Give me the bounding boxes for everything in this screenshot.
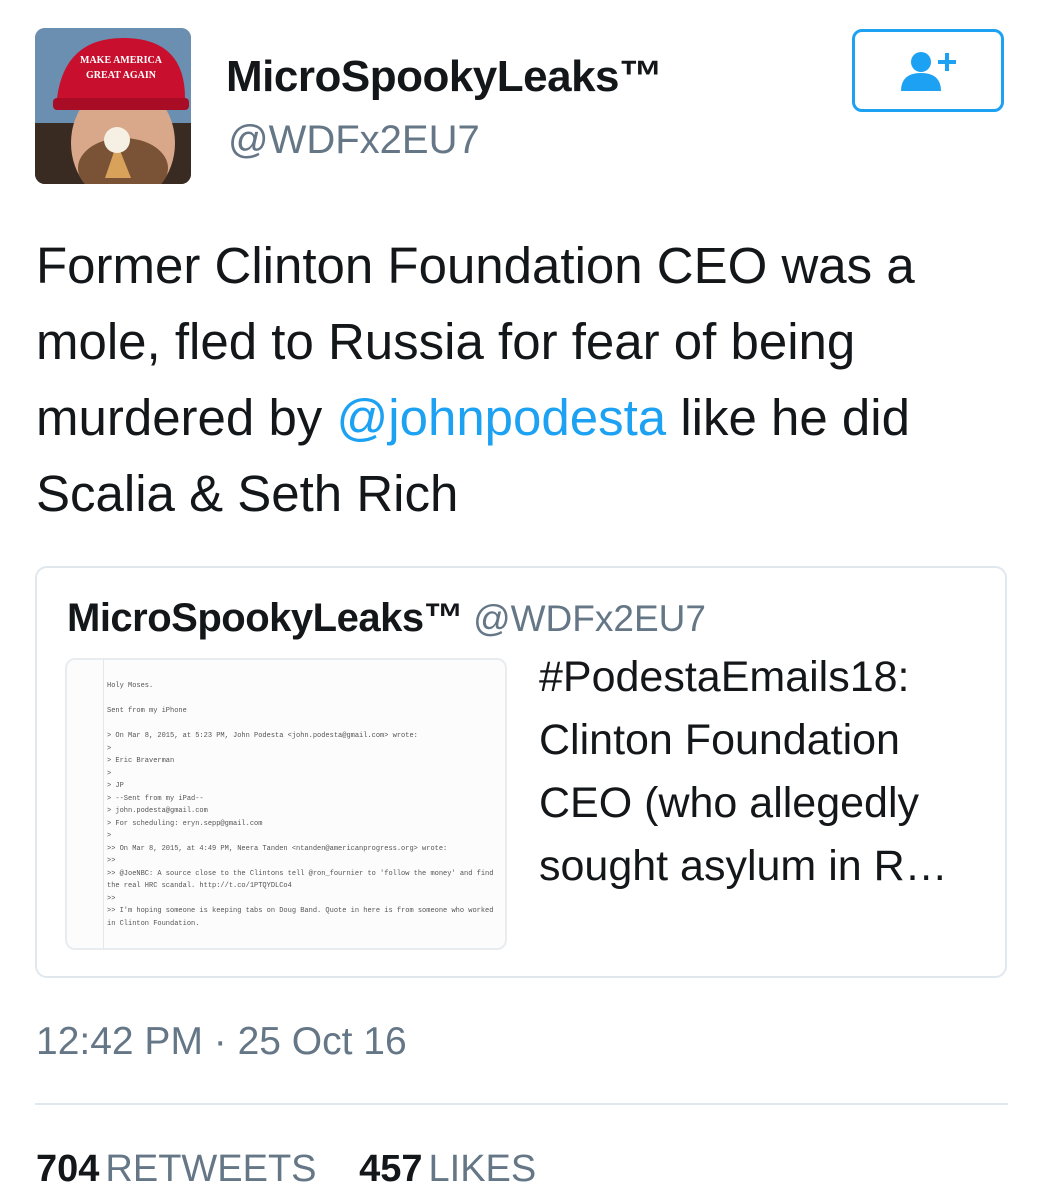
quoted-tweet-text: #PodestaEmails18: Clinton Foundation CEO… [539, 653, 948, 890]
email-line: > [107, 744, 112, 753]
email-line: >> [107, 894, 116, 903]
email-line: > [107, 769, 112, 778]
retweets-stat[interactable]: 704 RETWEETS [36, 1148, 317, 1191]
quoted-tweet-card[interactable]: MicroSpookyLeaks™ @WDFx2EU7 Holy Moses. S… [35, 566, 1007, 978]
email-line: > john.podesta@gmail.com [107, 807, 208, 815]
document-margin-line [103, 660, 104, 948]
email-line: Holy Moses. [107, 682, 154, 690]
email-line: >> I'm hoping someone is keeping tabs on… [107, 907, 494, 928]
avatar[interactable]: MAKE AMERICA GREAT AGAIN [35, 28, 191, 184]
divider [35, 1103, 1008, 1105]
email-line: >> [107, 857, 116, 865]
email-line: >> @JoeNBC: A source close to the Clinto… [107, 869, 494, 891]
email-line: > --Sent from my iPad-- [107, 794, 204, 803]
quoted-author-name: MicroSpookyLeaks™ [67, 596, 464, 640]
hat-text-line-1: MAKE AMERICA [80, 55, 163, 66]
email-line: Sent from my iPhone [107, 707, 187, 715]
add-user-icon [901, 51, 956, 91]
retweets-label: RETWEETS [105, 1148, 317, 1190]
email-line: > [107, 832, 112, 840]
retweets-count: 704 [36, 1148, 100, 1190]
email-line: > On Mar 8, 2015, at 5:23 PM, John Podes… [107, 732, 418, 740]
author-display-name[interactable]: MicroSpookyLeaks™ [226, 52, 663, 102]
email-line: > JP [107, 782, 124, 790]
tweet-stats: 704 RETWEETS 457 LIKES [36, 1148, 568, 1191]
likes-stat[interactable]: 457 LIKES [359, 1148, 536, 1191]
avatar-image: MAKE AMERICA GREAT AGAIN [35, 28, 191, 184]
likes-count: 457 [359, 1148, 423, 1190]
email-screenshot-text: Holy Moses. Sent from my iPhone > On Mar… [107, 680, 499, 930]
quoted-tweet-header: MicroSpookyLeaks™ @WDFx2EU7 [67, 596, 706, 641]
email-line: > Eric Braverman [107, 757, 175, 765]
likes-label: LIKES [428, 1148, 537, 1190]
mention-link[interactable]: @johnpodesta [336, 389, 666, 446]
hat-text-line-2: GREAT AGAIN [86, 70, 157, 81]
author-handle[interactable]: @WDFx2EU7 [228, 118, 480, 163]
tweet-timestamp[interactable]: 12:42 PM · 25 Oct 16 [36, 1020, 407, 1064]
quoted-tweet-image[interactable]: Holy Moses. Sent from my iPhone > On Mar… [65, 658, 507, 950]
email-line: >> On Mar 8, 2015, at 4:49 PM, Neera Tan… [107, 844, 448, 853]
tweet-text: Former Clinton Foundation CEO was a mole… [36, 228, 1011, 532]
quoted-author-handle: @WDFx2EU7 [473, 598, 706, 639]
follow-button[interactable] [852, 29, 1004, 112]
email-line: > For scheduling: eryn.sepp@gmail.com [107, 819, 263, 828]
